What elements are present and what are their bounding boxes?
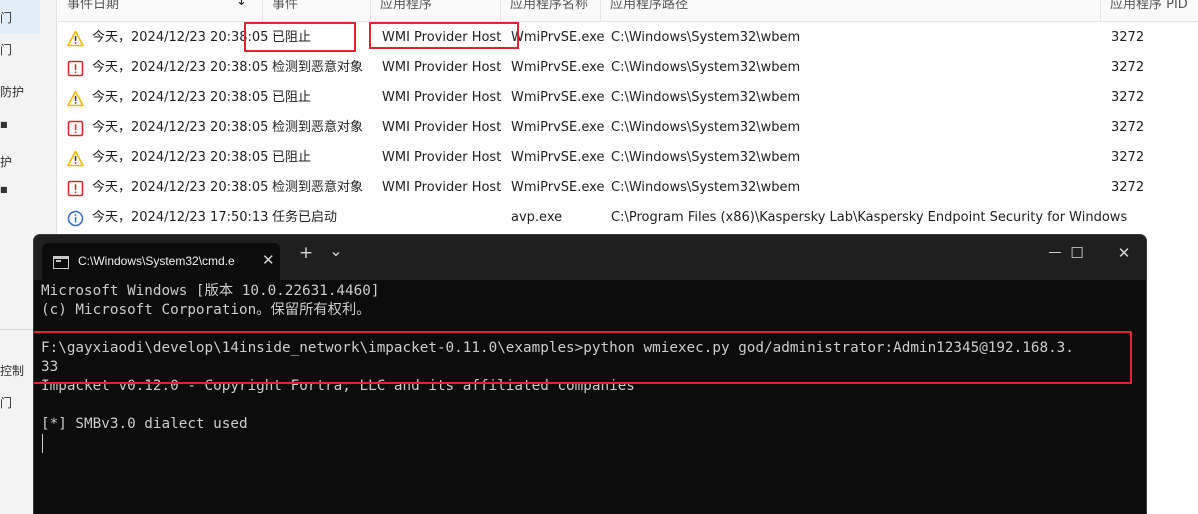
cell-date: 今天，2024/12/23 20:38:05 — [92, 120, 269, 135]
cell-app: WMI Provider Host — [382, 90, 502, 105]
error-icon — [67, 60, 84, 77]
cell-event: 已阻止 — [272, 150, 312, 165]
cell-app: WMI Provider Host — [382, 180, 502, 195]
cell-path: C:\Windows\System32\wbem — [611, 30, 801, 45]
console-line: Microsoft Windows [版本 10.0.22631.4460] — [41, 283, 380, 299]
highlight-box-event — [244, 22, 356, 52]
cell-event: 检测到恶意对象 — [272, 120, 364, 135]
error-icon — [67, 180, 84, 197]
column-label: 应用程序 PID — [1110, 0, 1188, 12]
cell-name: WmiPrvSE.exe — [511, 120, 605, 135]
minimize-button[interactable]: — — [1044, 243, 1066, 263]
cell-path: C:\Windows\System32\wbem — [611, 120, 801, 135]
console-line: [*] SMBv3.0 dialect used — [41, 416, 248, 432]
sidebar-fragment[interactable]: 控制 — [0, 362, 24, 379]
maximize-button[interactable]: ☐ — [1067, 243, 1087, 263]
tab-title: C:\Windows\System32\cmd.e — [78, 254, 235, 268]
new-tab-button[interactable]: + — [296, 243, 316, 263]
table-row[interactable]: 今天，2024/12/23 20:38:05 已阻止 WMI Provider Ho… — [58, 83, 1198, 113]
cell-date: 今天，2024/12/23 20:38:05 — [92, 60, 269, 75]
cmd-icon — [53, 256, 69, 269]
cell-name: WmiPrvSE.exe — [511, 150, 605, 165]
column-header-app-path[interactable]: 应用程序路径 — [600, 0, 1100, 22]
cell-event: 检测到恶意对象 — [272, 180, 364, 195]
sidebar-fragment[interactable]: ■ — [0, 120, 8, 129]
cell-app: WMI Provider Host — [382, 120, 502, 135]
column-label: 应用程序名称 — [510, 0, 589, 12]
column-label: 应用程序路径 — [610, 0, 689, 12]
cell-name: WmiPrvSE.exe — [511, 60, 605, 75]
cell-event: 已阻止 — [272, 90, 312, 105]
column-header-app[interactable]: 应用程序 — [370, 0, 500, 22]
sidebar-fragment[interactable]: 门 — [0, 394, 12, 411]
cell-path: C:\Program Files (x86)\Kaspersky Lab\Kas… — [611, 210, 1128, 225]
cell-path: C:\Windows\System32\wbem — [611, 180, 801, 195]
column-label: 事件日期 — [67, 0, 120, 12]
close-tab-icon[interactable]: ✕ — [262, 251, 275, 269]
sidebar-divider — [0, 329, 33, 330]
sidebar-fragment[interactable]: 护 — [0, 153, 12, 170]
close-window-button[interactable]: ✕ — [1113, 243, 1135, 263]
column-header-event[interactable]: 事件 — [262, 0, 372, 22]
highlight-box-app — [369, 22, 519, 49]
cell-date: 今天，2024/12/23 20:38:05 — [92, 180, 269, 195]
cell-name: WmiPrvSE.exe — [511, 90, 605, 105]
cell-pid: 3272 — [1111, 30, 1145, 45]
table-row[interactable]: 今天，2024/12/23 20:38:05 检测到恶意对象 WMI Provide… — [58, 173, 1198, 203]
cell-pid: 3272 — [1111, 150, 1145, 165]
warning-icon — [67, 30, 84, 47]
cell-name: WmiPrvSE.exe — [511, 30, 605, 45]
cell-path: C:\Windows\System32\wbem — [611, 150, 801, 165]
cell-date: 今天，2024/12/23 20:38:05 — [92, 150, 269, 165]
column-header-app-name[interactable]: 应用程序名称 — [500, 0, 600, 22]
cell-app: WMI Provider Host — [382, 150, 502, 165]
cell-date: 今天，2024/12/23 17:50:13 — [92, 210, 269, 225]
warning-icon — [67, 150, 84, 167]
cell-name: avp.exe — [511, 210, 563, 225]
sidebar-fragment[interactable]: ■ — [0, 185, 8, 194]
column-header-date[interactable]: 事件日期 ↓ — [58, 0, 262, 22]
cmd-window[interactable]: C:\Windows\System32\cmd.e ✕ + ⌄ — ☐ ✕ Mi… — [33, 234, 1147, 514]
error-icon — [67, 120, 84, 137]
sort-descending-icon[interactable]: ↓ — [236, 0, 247, 8]
text-cursor — [42, 434, 43, 453]
table-row[interactable]: 今天，2024/12/23 17:50:13 任务已启动 avp.exe C:\Pro… — [58, 203, 1198, 233]
cell-pid: 3272 — [1111, 120, 1145, 135]
table-header: 事件日期 ↓ 事件 应用程序 应用程序名称 应用程序路径 应用程序 PID — [58, 0, 1198, 22]
terminal-tab[interactable]: C:\Windows\System32\cmd.e ✕ — [42, 243, 280, 280]
cell-date: 今天，2024/12/23 20:38:05 — [92, 30, 269, 45]
cell-event: 任务已启动 — [272, 210, 338, 225]
cell-pid: 3272 — [1111, 90, 1145, 105]
highlight-box-command — [34, 331, 1132, 384]
column-label: 事件 — [272, 0, 299, 12]
cell-date: 今天，2024/12/23 20:38:05 — [92, 90, 269, 105]
warning-icon — [67, 90, 84, 107]
console-output[interactable]: Microsoft Windows [版本 10.0.22631.4460] (… — [34, 280, 1146, 514]
console-line: (c) Microsoft Corporation。保留所有权利。 — [41, 302, 371, 318]
table-row[interactable]: 今天，2024/12/23 20:38:05 已阻止 WMI Provider Ho… — [58, 143, 1198, 173]
column-header-pid[interactable]: 应用程序 PID — [1100, 0, 1198, 22]
tab-dropdown-icon[interactable]: ⌄ — [326, 241, 346, 261]
table-row[interactable]: 今天，2024/12/23 20:38:05 已阻止 WMI Provider Ho… — [58, 23, 1198, 53]
table-row[interactable]: 今天，2024/12/23 20:38:05 检测到恶意对象 WMI Provide… — [58, 113, 1198, 143]
table-row[interactable]: 今天，2024/12/23 20:38:05 检测到恶意对象 WMI Provide… — [58, 53, 1198, 83]
sidebar-fragment[interactable]: 防护 — [0, 83, 24, 100]
cell-pid: 3272 — [1111, 180, 1145, 195]
info-icon — [67, 210, 84, 227]
sidebar-fragment[interactable]: 门 — [0, 9, 12, 26]
sidebar-fragment[interactable]: 门 — [0, 41, 12, 58]
column-label: 应用程序 — [380, 0, 433, 12]
cell-app: WMI Provider Host — [382, 60, 502, 75]
cell-event: 检测到恶意对象 — [272, 60, 364, 75]
title-bar[interactable]: C:\Windows\System32\cmd.e ✕ + ⌄ — ☐ ✕ — [34, 235, 1146, 280]
cell-pid: 3272 — [1111, 60, 1145, 75]
cell-path: C:\Windows\System32\wbem — [611, 60, 801, 75]
cell-path: C:\Windows\System32\wbem — [611, 90, 801, 105]
cell-name: WmiPrvSE.exe — [511, 180, 605, 195]
